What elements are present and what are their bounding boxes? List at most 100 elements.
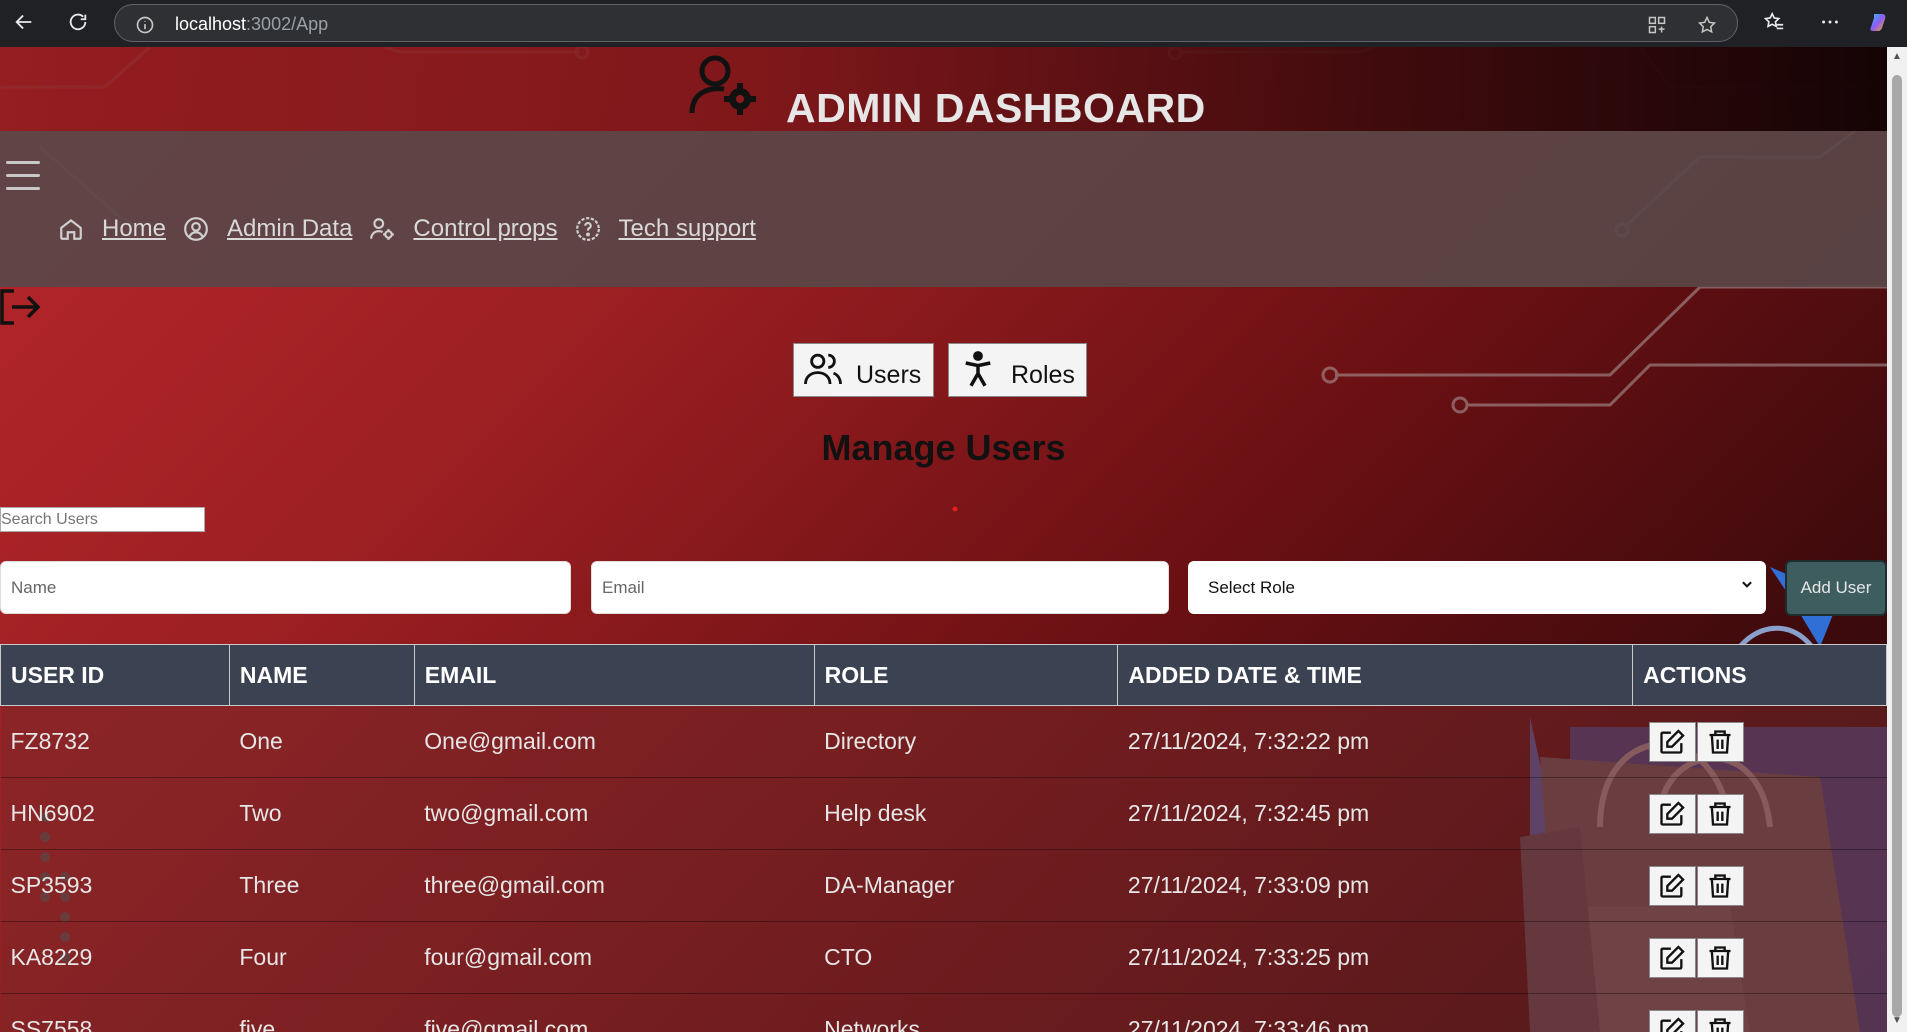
- cell-role: DA-Manager: [814, 849, 1118, 922]
- delete-button[interactable]: [1696, 937, 1744, 978]
- back-arrow-icon[interactable]: [12, 10, 36, 34]
- cell-user-id: SS7558: [0, 993, 230, 1032]
- nav-link-admin-data[interactable]: Admin Data: [227, 215, 352, 243]
- cell-user-id: SP3593: [0, 849, 230, 922]
- nav-link-control-props[interactable]: Control props: [413, 215, 557, 243]
- edit-icon: [1658, 1016, 1686, 1032]
- users-icon: [804, 353, 842, 385]
- roles-tab-label: Roles: [1011, 360, 1075, 389]
- cell-email: two@gmail.com: [414, 777, 815, 850]
- nav-links: Home Admin Data Control props Tech suppo…: [58, 215, 773, 243]
- header-email: EMAIL: [413, 644, 815, 706]
- chevron-down-icon: [1740, 577, 1754, 596]
- page-header: ADMIN DASHBOARD: [0, 47, 1887, 131]
- star-icon[interactable]: [1697, 15, 1717, 40]
- cell-actions: [1632, 849, 1887, 922]
- cell-role: Networks: [814, 993, 1118, 1032]
- delete-button[interactable]: [1696, 793, 1744, 834]
- add-user-button[interactable]: Add User: [1785, 560, 1887, 616]
- cell-role: Help desk: [814, 777, 1118, 850]
- nav-item-tech-support[interactable]: Tech support: [575, 215, 756, 243]
- users-tab-label: Users: [856, 360, 922, 389]
- nav-link-tech-support[interactable]: Tech support: [619, 215, 756, 243]
- header-actions: ACTIONS: [1632, 644, 1887, 706]
- cell-actions: [1632, 705, 1887, 778]
- delete-button[interactable]: [1696, 1009, 1744, 1032]
- cell-role: Directory: [814, 705, 1118, 778]
- cell-user-id: KA8229: [0, 921, 230, 994]
- nav-item-control-props[interactable]: Control props: [369, 215, 558, 243]
- email-input[interactable]: Email: [591, 561, 1169, 614]
- cell-email: four@gmail.com: [414, 921, 815, 994]
- search-users-input[interactable]: [0, 507, 205, 532]
- nav-item-home[interactable]: Home: [58, 215, 166, 243]
- cell-added-date: 27/11/2024, 7:32:45 pm: [1117, 777, 1633, 850]
- user-gear-icon: [370, 218, 395, 240]
- trash-icon: [1706, 800, 1734, 828]
- cell-actions: [1632, 921, 1887, 994]
- cell-added-date: 27/11/2024, 7:33:46 pm: [1117, 993, 1633, 1032]
- vertical-scrollbar[interactable]: ▲ ▼: [1887, 47, 1907, 1032]
- edit-icon: [1658, 728, 1686, 756]
- browser-toolbar: localhost:3002/App: [0, 0, 1907, 47]
- table-row: HN6902 Two two@gmail.com Help desk 27/11/202…: [0, 777, 1887, 850]
- more-options-icon[interactable]: [1818, 10, 1842, 34]
- roles-tab-button[interactable]: Roles: [948, 343, 1087, 397]
- trash-icon: [1706, 944, 1734, 972]
- cell-added-date: 27/11/2024, 7:32:22 pm: [1117, 705, 1633, 778]
- edit-button[interactable]: [1648, 937, 1696, 978]
- url-host: localhost: [175, 14, 247, 34]
- cell-actions: [1632, 777, 1887, 850]
- hamburger-menu-icon[interactable]: [6, 161, 40, 193]
- page-viewport: ADMIN DASHBOARD Home Admin Data Control …: [0, 47, 1887, 1032]
- navbar: Home Admin Data Control props Tech suppo…: [0, 131, 1887, 287]
- header-role: ROLE: [813, 644, 1119, 706]
- cell-actions: [1632, 993, 1887, 1032]
- name-input[interactable]: Name: [0, 561, 571, 614]
- cell-user-id: HN6902: [0, 777, 230, 850]
- scrollbar-thumb[interactable]: [1892, 75, 1902, 1017]
- reload-icon[interactable]: [66, 10, 90, 34]
- cell-name: One: [229, 705, 415, 778]
- cell-role: CTO: [814, 921, 1118, 994]
- edit-icon: [1658, 944, 1686, 972]
- accessibility-icon: [965, 351, 991, 387]
- trash-icon: [1706, 728, 1734, 756]
- cell-email: five@gmail.com: [414, 993, 815, 1032]
- logout-icon[interactable]: [0, 287, 42, 327]
- role-select-value: Select Role: [1208, 577, 1295, 597]
- info-icon[interactable]: [135, 15, 155, 40]
- users-table: USER ID NAME EMAIL ROLE ADDED DATE & TIM…: [0, 644, 1887, 1032]
- table-row: KA8229 Four four@gmail.com CTO 27/11/2024, 7…: [0, 921, 1887, 994]
- scroll-up-arrow-icon[interactable]: ▲: [1891, 51, 1903, 63]
- header-user-id: USER ID: [0, 644, 230, 706]
- header-added-date: ADDED DATE & TIME: [1117, 644, 1634, 706]
- cell-name: Four: [229, 921, 415, 994]
- edit-icon: [1658, 872, 1686, 900]
- table-row: FZ8732 One One@gmail.com Directory 27/11/202…: [0, 705, 1887, 778]
- dashboard-title: ADMIN DASHBOARD: [786, 85, 1206, 131]
- edit-button[interactable]: [1648, 865, 1696, 906]
- edit-button[interactable]: [1648, 1009, 1696, 1032]
- copilot-icon[interactable]: [1868, 10, 1892, 34]
- cell-email: three@gmail.com: [414, 849, 815, 922]
- page-title: Manage Users: [821, 427, 1066, 468]
- cell-name: five: [229, 993, 415, 1032]
- url-path: :3002/App: [246, 14, 329, 34]
- url-text: localhost:3002/App: [175, 14, 328, 35]
- edit-button[interactable]: [1648, 721, 1696, 762]
- cell-name: Three: [229, 849, 415, 922]
- address-bar[interactable]: localhost:3002/App: [114, 4, 1738, 42]
- scroll-down-arrow-icon[interactable]: ▼: [1891, 1015, 1903, 1027]
- app-grid-icon[interactable]: [1647, 15, 1667, 40]
- edit-button[interactable]: [1648, 793, 1696, 834]
- nav-link-home[interactable]: Home: [102, 215, 166, 243]
- role-select[interactable]: Select Role: [1188, 561, 1766, 614]
- favorites-icon[interactable]: [1762, 10, 1786, 34]
- users-tab-button[interactable]: Users: [793, 343, 934, 397]
- user-circle-icon: [184, 217, 208, 241]
- nav-item-admin-data[interactable]: Admin Data: [183, 215, 352, 243]
- delete-button[interactable]: [1696, 865, 1744, 906]
- cell-name: Two: [229, 777, 415, 850]
- delete-button[interactable]: [1696, 721, 1744, 762]
